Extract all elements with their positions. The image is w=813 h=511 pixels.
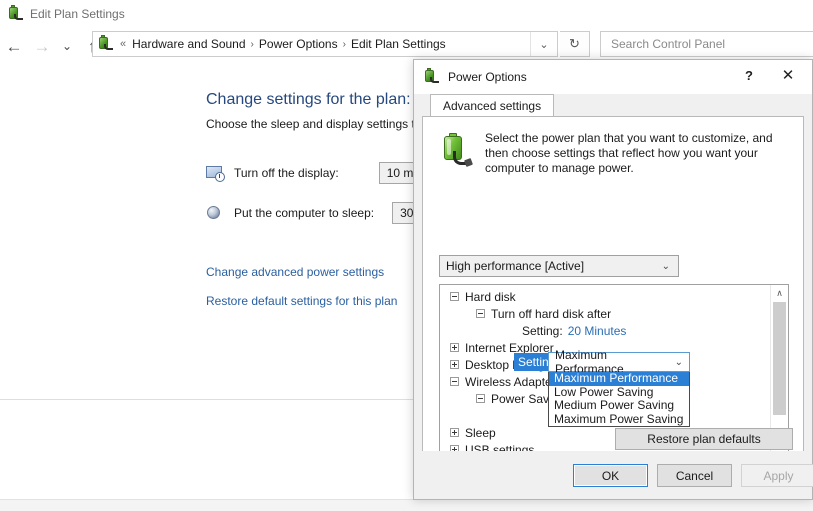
tree-setting-key: Setting:	[522, 323, 563, 338]
power-plan-select-value: High performance [Active]	[446, 259, 585, 273]
page-subtitle: Choose the sleep and display settings t	[206, 117, 415, 131]
link-change-advanced-power-settings[interactable]: Change advanced power settings	[206, 265, 384, 279]
collapse-toggle-icon[interactable]	[450, 292, 459, 301]
chevron-down-icon-recent[interactable]: ⌄	[56, 32, 78, 60]
chevron-down-icon-setting: ⌄	[674, 356, 683, 368]
power-saving-mode-combo[interactable]: Maximum Performance ⌄	[548, 348, 690, 376]
restore-plan-defaults-button[interactable]: Restore plan defaults	[615, 428, 793, 450]
tree-item-label: Sleep	[465, 425, 496, 440]
dropdown-option-maximum-power-saving[interactable]: Maximum Power Saving	[549, 412, 689, 427]
tab-advanced-settings[interactable]: Advanced settings	[430, 94, 555, 116]
refresh-icon[interactable]: ↻	[560, 31, 590, 57]
collapse-toggle-icon[interactable]	[450, 377, 459, 386]
collapse-toggle-icon[interactable]	[476, 309, 485, 318]
sleep-label: Put the computer to sleep:	[234, 206, 375, 220]
cancel-button[interactable]: Cancel	[657, 464, 732, 487]
dropdown-option-low-power-saving[interactable]: Low Power Saving	[549, 385, 689, 400]
dialog-title: Power Options	[448, 70, 527, 84]
breadcrumb-item-2[interactable]: Edit Plan Settings	[351, 37, 446, 51]
window-bottom-strip	[0, 499, 813, 511]
dropdown-option-medium-power-saving[interactable]: Medium Power Saving	[549, 398, 689, 413]
sleep-moon-icon	[206, 205, 224, 221]
address-dropdown-icon[interactable]: ⌄	[530, 32, 557, 56]
explorer-window-title: Edit Plan Settings	[30, 7, 125, 21]
expand-toggle-icon[interactable]	[450, 428, 459, 437]
breadcrumb-overflow-icon[interactable]: «	[114, 38, 132, 50]
link-restore-default-settings[interactable]: Restore default settings for this plan	[206, 294, 397, 308]
info-text: Select the power plan that you want to c…	[485, 131, 773, 176]
info-text-line-3: computer to manage power.	[485, 161, 634, 175]
search-placeholder: Search Control Panel	[611, 37, 726, 51]
info-text-line-2: then choose settings that reflect how yo…	[485, 146, 758, 160]
arrow-right-icon: →	[33, 36, 51, 56]
close-icon[interactable]: ✕	[768, 60, 808, 90]
tree-setting-value[interactable]: 20 Minutes	[568, 324, 627, 338]
info-block: Select the power plan that you want to c…	[439, 131, 789, 176]
power-plug-icon	[8, 5, 24, 22]
chevron-down-icon-plan: ⌄	[661, 260, 670, 272]
breadcrumb-separator-0: ›	[250, 38, 254, 50]
tree-setting-row[interactable]: Setting: 20 Minutes	[440, 322, 772, 339]
dropdown-option-maximum-performance[interactable]: Maximum Performance	[549, 371, 689, 386]
breadcrumb-separator-1: ›	[342, 38, 346, 50]
help-icon[interactable]: ?	[732, 60, 766, 90]
arrow-left-icon[interactable]: ←	[0, 32, 28, 60]
explorer-titlebar: Edit Plan Settings	[0, 0, 813, 28]
dialog-footer: OK Cancel Apply	[414, 451, 813, 499]
scrollbar-thumb[interactable]	[773, 302, 786, 415]
tree-item-label: Turn off hard disk after	[491, 306, 612, 321]
tree-row[interactable]: Turn off hard disk after	[440, 305, 772, 322]
breadcrumb-item-1[interactable]: Power Options	[259, 37, 338, 51]
info-text-line-1: Select the power plan that you want to c…	[485, 131, 773, 145]
collapse-toggle-icon[interactable]	[476, 394, 485, 403]
apply-button: Apply	[741, 464, 813, 487]
power-plug-icon-dialog	[424, 68, 440, 85]
power-plug-icon-address	[98, 35, 114, 52]
expand-toggle-icon[interactable]	[450, 343, 459, 352]
breadcrumb-item-0[interactable]: Hardware and Sound	[132, 37, 245, 51]
scroll-up-icon[interactable]: ∧	[771, 285, 788, 302]
search-input[interactable]: Search Control Panel	[600, 31, 813, 57]
page-title: Change settings for the plan:	[206, 91, 411, 108]
power-plug-large-icon	[439, 133, 473, 171]
power-plan-select[interactable]: High performance [Active] ⌄	[439, 255, 679, 277]
power-saving-mode-dropdown-list[interactable]: Maximum Performance Low Power Saving Med…	[548, 371, 690, 427]
address-bar[interactable]: « Hardware and Sound › Power Options › E…	[92, 31, 558, 57]
ok-button[interactable]: OK	[573, 464, 648, 487]
display-icon	[206, 165, 225, 182]
display-label: Turn off the display:	[234, 166, 339, 180]
expand-toggle-icon[interactable]	[450, 360, 459, 369]
tree-item-label: Hard disk	[465, 289, 516, 304]
tree-row[interactable]: Hard disk	[440, 288, 772, 305]
tab-strip: Advanced settings	[422, 94, 804, 116]
